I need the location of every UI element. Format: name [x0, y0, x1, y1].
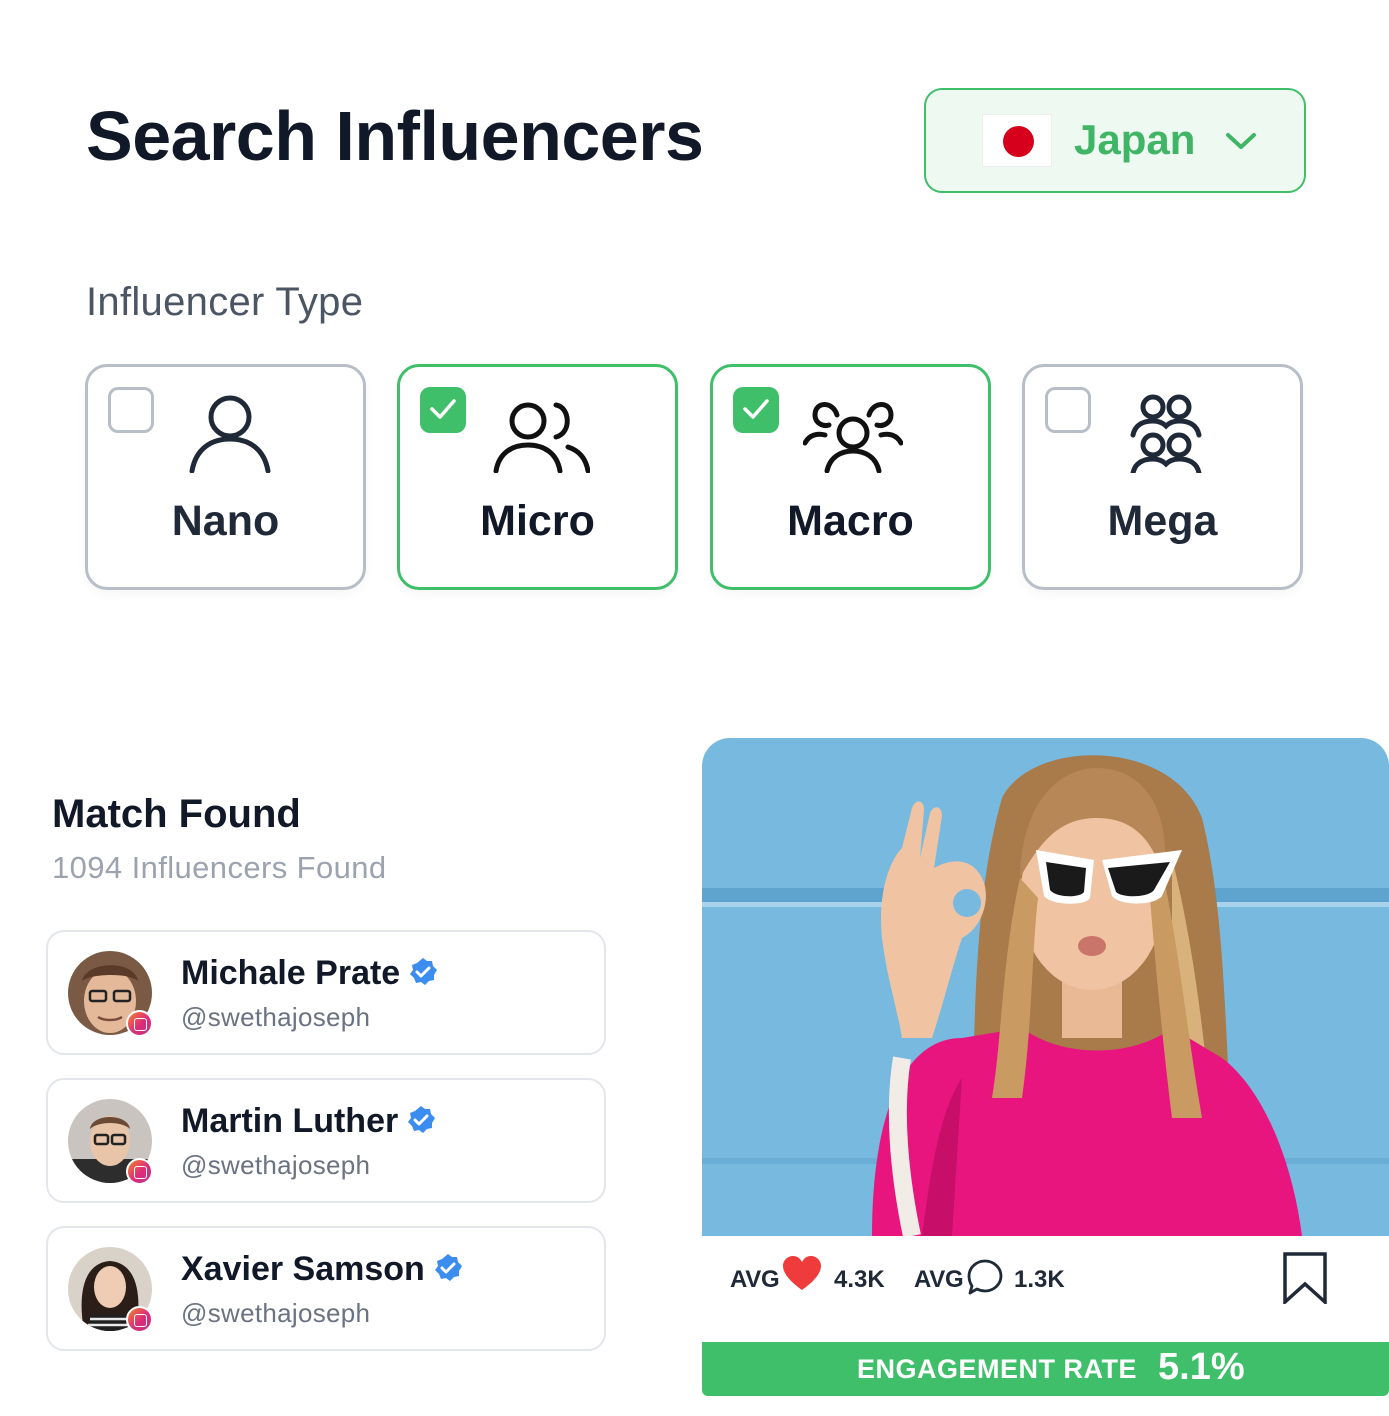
nano-checkbox[interactable]: [108, 387, 154, 433]
engagement-rate-bar: ENGAGEMENT RATE 5.1%: [702, 1342, 1389, 1396]
verified-badge-icon: [410, 958, 438, 986]
post-stats: AVG 4.3K AVG 1.3K: [702, 1236, 1389, 1340]
type-option-nano[interactable]: Nano: [85, 364, 366, 590]
page-title: Search Influencers: [86, 97, 704, 175]
engagement-rate-label: ENGAGEMENT RATE: [857, 1354, 1138, 1384]
influencer-row[interactable]: Martin Luther @swethajoseph: [46, 1078, 606, 1203]
check-icon: [743, 399, 769, 419]
single-user-icon: [189, 395, 271, 473]
avg-likes-label: AVG: [730, 1266, 780, 1293]
heart-icon: [783, 1256, 821, 1290]
mega-checkbox[interactable]: [1045, 387, 1091, 433]
micro-checkbox[interactable]: [420, 387, 466, 433]
influencer-handle: @swethajoseph: [181, 1150, 371, 1180]
user-group-icon: [803, 402, 903, 473]
influencer-name-row: Xavier Samson: [181, 1250, 463, 1289]
engagement-rate-value: 5.1%: [1158, 1346, 1245, 1388]
influencer-name: Xavier Samson: [181, 1250, 425, 1288]
verified-badge-icon: [434, 1254, 462, 1282]
avg-comments-label: AVG: [914, 1266, 964, 1293]
influencer-handle: @swethajoseph: [181, 1002, 371, 1032]
avg-comments-value: 1.3K: [1014, 1266, 1065, 1293]
influencer-post-card[interactable]: AVG 4.3K AVG 1.3K ENGAGEMENT RATE 5.1%: [702, 738, 1389, 1398]
type-option-micro[interactable]: Micro: [397, 364, 678, 590]
influencer-name: Martin Luther: [181, 1102, 399, 1140]
country-name: Japan: [1074, 116, 1196, 163]
japan-flag-icon: [982, 114, 1052, 167]
check-icon: [430, 399, 456, 419]
type-option-mega[interactable]: Mega: [1022, 364, 1303, 590]
match-title: Match Found: [52, 792, 301, 836]
match-found-card: Match Found 1094 Influencers Found Micha…: [0, 730, 650, 1416]
avg-likes-value: 4.3K: [834, 1266, 885, 1293]
type-option-macro[interactable]: Macro: [710, 364, 991, 590]
comment-icon: [967, 1259, 1003, 1295]
influencer-handle: @swethajoseph: [181, 1298, 371, 1328]
instagram-icon: [126, 1306, 153, 1333]
macro-checkbox[interactable]: [733, 387, 779, 433]
chevron-down-icon: [1226, 133, 1256, 149]
type-label-macro: Macro: [787, 497, 914, 545]
type-label-micro: Micro: [480, 497, 595, 545]
verified-badge-icon: [408, 1106, 436, 1134]
bookmark-icon[interactable]: [1282, 1252, 1328, 1304]
type-label-nano: Nano: [171, 497, 280, 545]
two-users-icon: [493, 402, 590, 473]
influencer-row[interactable]: Xavier Samson @swethajoseph: [46, 1226, 606, 1351]
influencer-row[interactable]: Michale Prate @swethajoseph: [46, 930, 606, 1055]
influencer-type-label: Influencer Type: [86, 280, 364, 324]
country-select[interactable]: Japan: [924, 88, 1306, 193]
search-card: Search Influencers Japan Influencer Type…: [0, 0, 1389, 670]
influencer-name-row: Michale Prate: [181, 954, 438, 993]
instagram-icon: [126, 1010, 153, 1037]
instagram-icon: [126, 1158, 153, 1185]
post-photo: [702, 738, 1389, 1236]
large-group-icon: [1130, 394, 1202, 473]
type-label-mega: Mega: [1107, 497, 1218, 545]
influencer-name: Michale Prate: [181, 954, 401, 992]
match-count: 1094 Influencers Found: [52, 850, 387, 885]
influencer-name-row: Martin Luther: [181, 1102, 436, 1141]
